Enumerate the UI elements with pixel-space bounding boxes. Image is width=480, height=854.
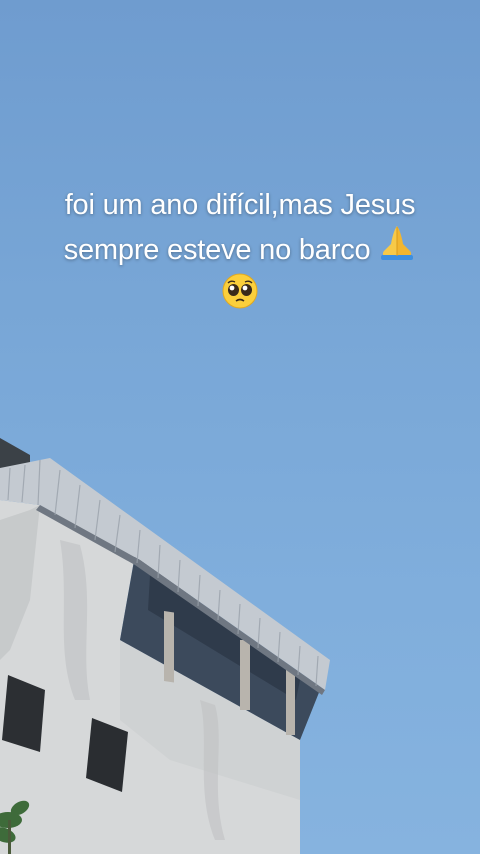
caption-line-2-text: sempre esteve no barco bbox=[63, 234, 371, 267]
caption-overlay: foi um ano difícil,mas Jesus sempre este… bbox=[0, 183, 480, 325]
terrace-post bbox=[164, 611, 174, 683]
photo-scene bbox=[0, 0, 480, 854]
caption-line-2: sempre esteve no barco bbox=[0, 224, 480, 276]
building-photo bbox=[0, 438, 330, 854]
terrace-post bbox=[240, 640, 250, 710]
caption-line-3 bbox=[0, 273, 480, 325]
caption-line-1: foi um ano difícil,mas Jesus bbox=[64, 189, 416, 221]
folded-hands-emoji-icon bbox=[378, 224, 416, 273]
pleading-face-emoji-icon bbox=[222, 273, 258, 322]
terrace-post bbox=[286, 670, 295, 735]
